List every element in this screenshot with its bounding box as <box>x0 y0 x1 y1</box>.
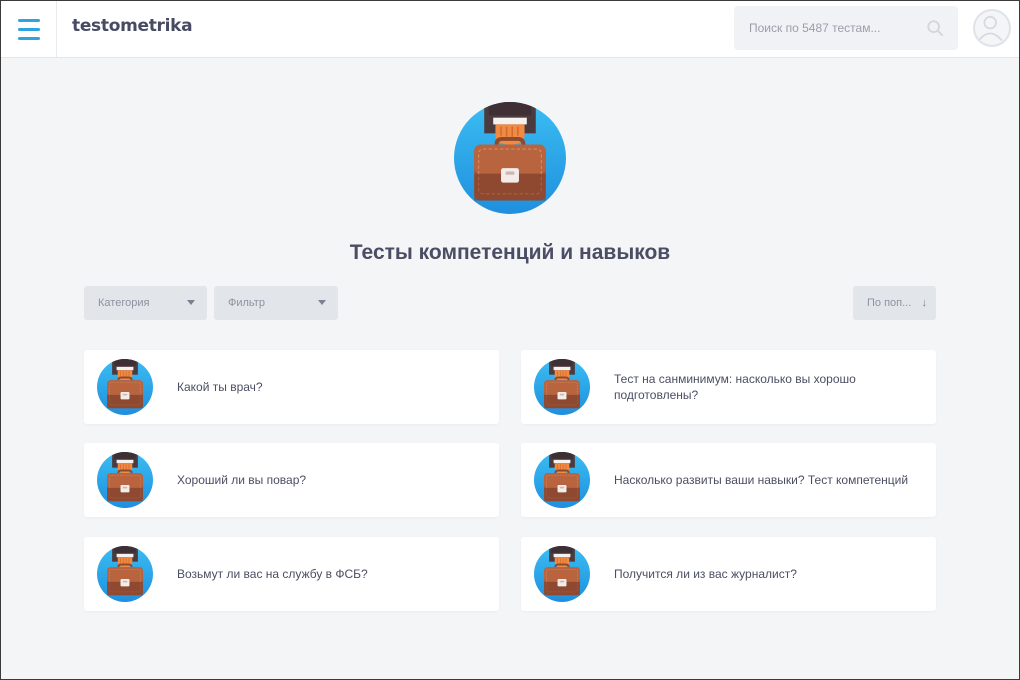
sort-select[interactable]: По поп... ↓ <box>853 286 936 320</box>
test-card-title: Какой ты врач? <box>177 380 263 394</box>
test-card-title: Возьмут ли вас на службу в ФСБ? <box>177 567 368 581</box>
search-icon[interactable] <box>926 19 944 37</box>
test-card[interactable]: Тест на санминимум: насколько вы хорошо … <box>521 350 936 424</box>
test-thumbnail-briefcase-icon <box>97 359 153 415</box>
test-thumbnail-briefcase-icon <box>97 452 153 508</box>
page-title: Тесты компетенций и навыков <box>349 241 671 264</box>
category-select[interactable]: Категория <box>84 286 207 320</box>
test-thumbnail-briefcase-icon <box>97 546 153 602</box>
test-thumbnail-briefcase-icon <box>534 452 590 508</box>
sort-select-label: По поп... <box>867 297 912 309</box>
test-card[interactable]: Хороший ли вы повар? <box>84 443 499 517</box>
test-card[interactable]: Возьмут ли вас на службу в ФСБ? <box>84 537 499 611</box>
test-thumbnail-briefcase-icon <box>534 359 590 415</box>
sort-arrow-down-icon: ↓ <box>921 297 928 309</box>
hamburger-menu-button[interactable] <box>1 1 57 57</box>
search-box <box>734 6 958 50</box>
test-card-title: Насколько развиты ваши навыки? Тест комп… <box>614 473 909 487</box>
menu-icon-bar <box>17 36 40 40</box>
menu-icon-bar <box>17 27 40 31</box>
dropdown-caret-icon <box>187 300 195 305</box>
filter-select[interactable]: Фильтр <box>214 286 338 320</box>
test-card-title: Получится ли из вас журналист? <box>614 567 797 581</box>
filter-select-label: Фильтр <box>228 297 265 309</box>
category-select-label: Категория <box>98 297 150 309</box>
app-frame: testometrika Тесты компетенций и навыков… <box>0 0 1020 680</box>
page-footer-area <box>1 620 1019 679</box>
user-avatar[interactable] <box>973 9 1011 47</box>
dropdown-caret-icon <box>318 300 326 305</box>
test-card-title: Хороший ли вы повар? <box>177 473 307 487</box>
test-card-title: Тест на санминимум: насколько вы хорошо … <box>614 372 856 402</box>
menu-icon-bar <box>17 18 40 22</box>
test-card[interactable]: Получится ли из вас журналист? <box>521 537 936 611</box>
site-logo[interactable]: testometrika <box>72 16 193 36</box>
category-illustration-briefcase-icon <box>454 102 566 214</box>
user-icon <box>977 15 1003 42</box>
test-card[interactable]: Какой ты врач? <box>84 350 499 424</box>
top-header: testometrika <box>1 1 1019 58</box>
test-card[interactable]: Насколько развиты ваши навыки? Тест комп… <box>521 443 936 517</box>
search-input[interactable] <box>734 21 914 35</box>
test-thumbnail-briefcase-icon <box>534 546 590 602</box>
